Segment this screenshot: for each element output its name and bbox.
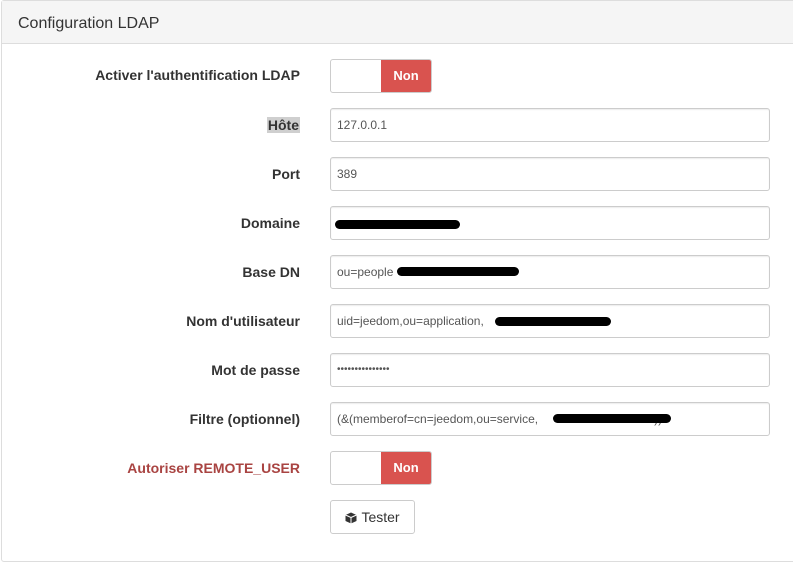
base-dn-input[interactable]: ou=people [330,255,770,289]
panel-title: Configuration LDAP [18,15,160,32]
password-value: ••••••••••••••• [337,364,390,375]
filter-input[interactable]: (&(memberof=cn=jeedom,ou=service,)) [330,402,770,436]
username-label: Nom d'utilisateur [186,313,300,329]
base-dn-label: Base DN [242,264,300,280]
enable-ldap-toggle-state: Non [381,60,431,92]
host-value: 127.0.0.1 [337,118,388,132]
enable-ldap-toggle[interactable]: Non [330,59,432,93]
username-input[interactable]: uid=jeedom,ou=application, [330,304,770,338]
host-label: Hôte [266,115,300,135]
port-value: 389 [337,167,358,181]
password-input[interactable]: ••••••••••••••• [330,353,770,387]
redaction-mark [495,317,611,326]
host-input[interactable]: 127.0.0.1 [330,108,770,142]
redaction-mark [335,220,460,229]
host-label-text: Hôte [266,117,300,133]
domain-input[interactable] [330,206,770,240]
port-label: Port [272,166,300,182]
test-button[interactable]: Tester [330,500,415,534]
base-dn-value: ou=people [337,265,394,279]
password-label: Mot de passe [211,362,300,378]
redaction-mark [553,414,671,423]
remote-user-label: Autoriser REMOTE_USER [127,460,300,476]
remote-user-toggle-state: Non [381,452,431,484]
filter-label: Filtre (optionnel) [189,411,300,427]
username-value: uid=jeedom,ou=application, [337,314,484,328]
test-button-label: Tester [361,509,400,525]
panel-heading: Configuration LDAP [2,1,793,44]
redaction-mark [397,267,519,276]
domain-label: Domaine [240,215,300,231]
enable-ldap-label: Activer l'authentification LDAP [95,67,300,83]
remote-user-toggle[interactable]: Non [330,451,432,485]
cube-icon [345,512,358,524]
filter-value: (&(memberof=cn=jeedom,ou=service, [337,412,539,426]
port-input[interactable]: 389 [330,157,770,191]
